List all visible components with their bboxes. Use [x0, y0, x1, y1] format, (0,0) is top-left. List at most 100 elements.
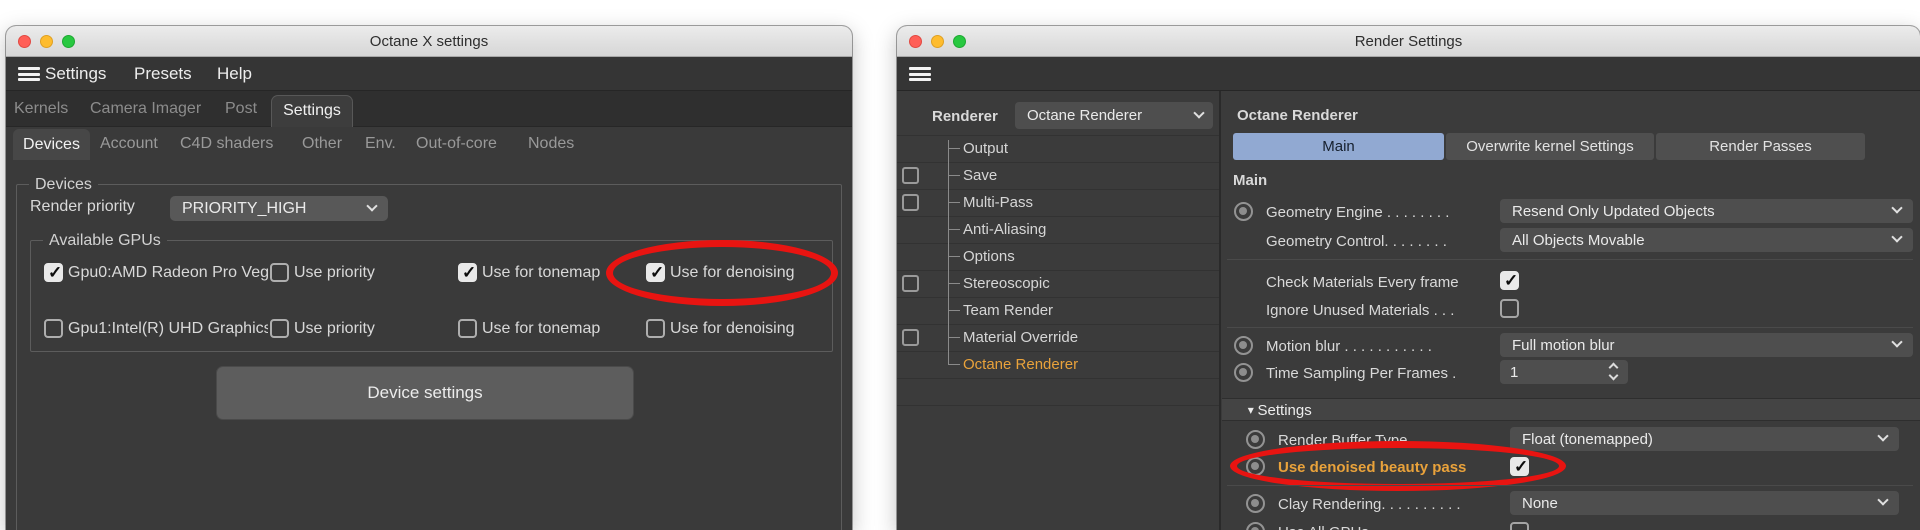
panel-divider [1219, 91, 1221, 530]
use-all-gpus-checkbox[interactable] [1510, 522, 1529, 530]
chevron-down-icon [366, 200, 377, 211]
geometry-control-dropdown[interactable]: All Objects Movable [1500, 228, 1913, 252]
tree-item-save[interactable]: Save [963, 167, 997, 184]
sub-tab-bar: Devices Account C4D shaders Other Env. O… [6, 127, 852, 160]
tree-item-anti-aliasing[interactable]: Anti-Aliasing [963, 221, 1046, 238]
tab-camera-imager[interactable]: Camera Imager [90, 91, 201, 127]
window-title: Render Settings [897, 26, 1920, 57]
renderer-dropdown[interactable]: Octane Renderer [1015, 102, 1213, 129]
motion-blur-knob-icon[interactable] [1234, 336, 1253, 355]
chevron-down-icon [1891, 202, 1902, 213]
geometry-engine-dropdown[interactable]: Resend Only Updated Objects [1500, 199, 1913, 223]
subtab-nodes[interactable]: Nodes [528, 127, 574, 160]
tree-item-multi-pass-checkbox[interactable] [902, 194, 919, 211]
tab-post[interactable]: Post [225, 91, 257, 127]
time-sampling-input[interactable]: 1 [1500, 360, 1628, 384]
time-sampling-knob-icon[interactable] [1234, 363, 1253, 382]
render-buffer-dropdown[interactable]: Float (tonemapped) [1510, 427, 1899, 451]
tab-settings[interactable]: Settings [271, 95, 353, 127]
menu-help[interactable]: Help [217, 57, 252, 91]
geometry-control-value: All Objects Movable [1512, 228, 1645, 252]
gpu1-use-priority-checkbox[interactable] [270, 319, 289, 338]
chevron-down-icon [1877, 430, 1888, 441]
geometry-engine-label: Geometry Engine . . . . . . . . [1266, 204, 1449, 221]
menu-settings[interactable]: Settings [45, 57, 106, 91]
check-materials-checkbox[interactable] [1500, 271, 1519, 290]
use-all-gpus-knob-icon[interactable] [1246, 522, 1265, 530]
gpu1-use-for-denoising-label: Use for denoising [670, 320, 795, 338]
tree-item-save-checkbox[interactable] [902, 167, 919, 184]
denoised-beauty-knob-icon[interactable] [1246, 457, 1265, 476]
tree-item-stereoscopic-checkbox[interactable] [902, 275, 919, 292]
gpu1-name: Gpu1:Intel(R) UHD Graphics [68, 320, 268, 338]
gpu0-use-for-tonemap-label: Use for tonemap [482, 264, 600, 282]
chevron-down-icon [1891, 231, 1902, 242]
available-gpus-label: Available GPUs [43, 231, 167, 250]
tree-item-stereoscopic[interactable]: Stereoscopic [963, 275, 1050, 292]
clay-rendering-knob-icon[interactable] [1246, 494, 1265, 513]
tab-kernels[interactable]: Kernels [14, 91, 68, 127]
denoised-beauty-checkbox[interactable] [1510, 457, 1529, 476]
menu-bar: Settings Presets Help [6, 57, 852, 91]
gpu1-use-for-denoising-checkbox[interactable] [646, 319, 665, 338]
subtab-other[interactable]: Other [302, 127, 342, 160]
render-buffer-knob-icon[interactable] [1246, 430, 1265, 449]
tree-item-options[interactable]: Options [963, 248, 1015, 265]
subtab-out-of-core[interactable]: Out-of-core [416, 127, 497, 160]
tree-item-output[interactable]: Output [963, 140, 1008, 157]
use-all-gpus-label: Use All GPUs [1278, 524, 1369, 530]
clay-rendering-dropdown[interactable]: None [1510, 491, 1899, 515]
geometry-control-label: Geometry Control. . . . . . . . [1266, 233, 1447, 250]
subtab-account[interactable]: Account [100, 127, 158, 160]
motion-blur-label: Motion blur . . . . . . . . . . . [1266, 338, 1432, 355]
gpu0-use-for-denoising-label: Use for denoising [670, 264, 795, 282]
check-materials-label: Check Materials Every frame [1266, 274, 1459, 291]
render-priority-label: Render priority [30, 198, 135, 216]
render-priority-dropdown[interactable]: PRIORITY_HIGH [170, 196, 388, 221]
chevron-down-icon [1193, 107, 1204, 118]
tree-item-material-override[interactable]: Material Override [963, 329, 1078, 346]
chevron-down-icon [1877, 494, 1888, 505]
render-priority-value: PRIORITY_HIGH [182, 196, 306, 221]
ignore-unused-materials-checkbox[interactable] [1500, 299, 1519, 318]
titlebar[interactable]: Render Settings [897, 26, 1920, 57]
subtab-env[interactable]: Env. [365, 127, 396, 160]
settings-section-header[interactable]: ▾Settings [1222, 398, 1920, 421]
tree-item-material-override-checkbox[interactable] [902, 329, 919, 346]
tab-main[interactable]: Main [1233, 133, 1444, 160]
gpu0-use-for-denoising-checkbox[interactable] [646, 263, 665, 282]
device-settings-button[interactable]: Device settings [216, 366, 634, 420]
clay-rendering-label: Clay Rendering. . . . . . . . . . [1278, 496, 1461, 513]
gpu0-use-for-tonemap-checkbox[interactable] [458, 263, 477, 282]
denoised-beauty-label: Use denoised beauty pass [1278, 459, 1466, 476]
titlebar[interactable]: Octane X settings [6, 26, 852, 57]
render-buffer-value: Float (tonemapped) [1522, 427, 1653, 451]
tab-render-passes[interactable]: Render Passes [1656, 133, 1865, 160]
gpu0-name: Gpu0:AMD Radeon Pro Vega [68, 264, 268, 282]
gpu1-use-for-tonemap-label: Use for tonemap [482, 320, 600, 338]
main-tab-bar: Kernels Camera Imager Post Settings [6, 91, 852, 127]
gpu0-enabled-checkbox[interactable] [44, 263, 63, 282]
geometry-engine-knob-icon[interactable] [1234, 202, 1253, 221]
gpu1-enabled-checkbox[interactable] [44, 319, 63, 338]
gpu1-use-for-tonemap-checkbox[interactable] [458, 319, 477, 338]
stepper-icon[interactable] [1610, 363, 1620, 381]
subtab-devices[interactable]: Devices [13, 129, 90, 160]
hamburger-menu-icon[interactable] [18, 67, 40, 81]
screenshot-root: Octane X settings Settings Presets Help … [0, 0, 1920, 530]
devices-group-label: Devices [29, 175, 98, 194]
gpu0-use-priority-checkbox[interactable] [270, 263, 289, 282]
time-sampling-value: 1 [1510, 360, 1518, 384]
renderer-value: Octane Renderer [1027, 102, 1142, 129]
motion-blur-dropdown[interactable]: Full motion blur [1500, 333, 1913, 357]
render-buffer-label: Render Buffer Type . . . . . . [1278, 432, 1458, 449]
triangle-down-icon: ▾ [1248, 403, 1254, 417]
panel-heading: Octane Renderer [1237, 107, 1358, 124]
tree-item-team-render[interactable]: Team Render [963, 302, 1053, 319]
hamburger-menu-icon[interactable] [909, 67, 931, 81]
subtab-c4d-shaders[interactable]: C4D shaders [180, 127, 273, 160]
tree-item-octane-renderer[interactable]: Octane Renderer [963, 356, 1078, 373]
menu-presets[interactable]: Presets [134, 57, 192, 91]
tree-item-multi-pass[interactable]: Multi-Pass [963, 194, 1033, 211]
tab-overwrite-kernel-settings[interactable]: Overwrite kernel Settings [1446, 133, 1654, 160]
